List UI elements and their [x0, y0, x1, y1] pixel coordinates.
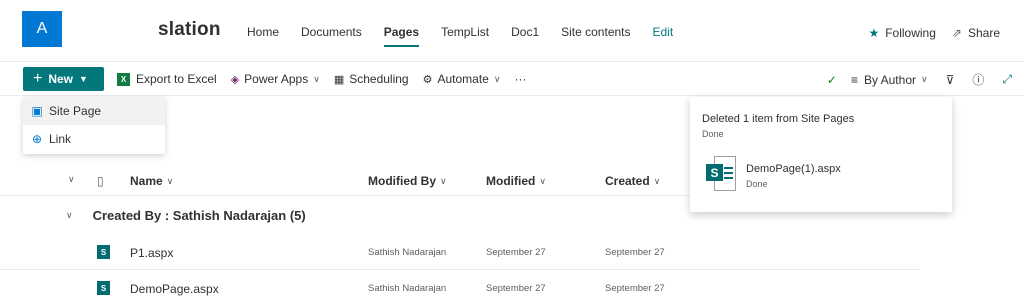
export-excel-button[interactable]: X Export to Excel [117, 72, 217, 86]
list-header: ∨ ▯ Name ∨ Modified By ∨ Modified ∨ Crea… [0, 166, 690, 196]
chevron-down-icon: ∨ [166, 175, 174, 186]
chevron-down-icon[interactable]: ∨ [66, 210, 73, 221]
nav-item-templist[interactable]: TempList [441, 25, 489, 47]
share-button[interactable]: ⇗ Share [952, 26, 1000, 40]
share-icon: ⇗ [951, 26, 962, 40]
nav-edit-link[interactable]: Edit [653, 25, 674, 47]
notification-panel: Deleted 1 item from Site Pages Done S De… [690, 97, 952, 212]
file-name[interactable]: P1.aspx [130, 246, 173, 260]
nav-item-site-contents[interactable]: Site contents [561, 25, 630, 47]
more-commands-button[interactable]: ··· [514, 72, 526, 86]
group-label: Created By : Sathish Nadarajan (5) [92, 208, 306, 223]
modified-date: September 27 [486, 247, 546, 258]
scheduling-button[interactable]: ▦ Scheduling [334, 72, 409, 86]
nav-item-documents[interactable]: Documents [301, 25, 362, 47]
sharepoint-badge: S [706, 164, 723, 181]
calendar-icon: ▦ [333, 73, 345, 86]
column-modified-by[interactable]: Modified By ∨ [368, 174, 447, 188]
column-modified[interactable]: Modified ∨ [486, 174, 546, 188]
notification-file-name[interactable]: DemoPage(1).aspx [746, 163, 841, 175]
filter-icon[interactable]: ⊽ [946, 73, 955, 87]
column-modified-label: Modified [486, 174, 536, 188]
table-row[interactable]: S DemoPage.aspx Sathish Nadarajan Septem… [0, 270, 920, 299]
notification-file-status: Done [746, 179, 768, 189]
site-logo[interactable]: A [22, 11, 62, 47]
new-label: New [48, 72, 74, 86]
expand-icon[interactable]: ⤢ [1002, 72, 1012, 87]
site-page-icon: ▣ [31, 104, 43, 118]
chevron-down-icon: ∨ [440, 175, 447, 186]
sort-by-button[interactable]: ≡ By Author ∨ [851, 73, 928, 87]
nav-item-home[interactable]: Home [247, 25, 279, 47]
command-items: X Export to Excel ◈ Power Apps ∨ ▦ Sched… [117, 72, 540, 86]
automate-label: Automate [437, 72, 489, 86]
modified-by: Sathish Nadarajan [368, 283, 447, 294]
created-date: September 27 [605, 283, 665, 294]
menu-item-site-page[interactable]: ▣ Site Page [23, 97, 165, 125]
chevron-down-icon: ▼ [79, 74, 88, 84]
select-all-chevron-icon[interactable]: ∨ [68, 174, 75, 185]
nav-item-doc1[interactable]: Doc1 [511, 25, 539, 47]
notification-title: Deleted 1 item from Site Pages [702, 113, 855, 125]
command-bar: + New ▼ X Export to Excel ◈ Power Apps ∨… [0, 62, 1024, 96]
file-name[interactable]: DemoPage.aspx [130, 282, 219, 296]
share-label: Share [967, 26, 1000, 40]
following-button[interactable]: ★ Following [868, 26, 935, 40]
column-name[interactable]: Name ∨ [130, 174, 173, 188]
excel-icon: X [117, 72, 130, 86]
power-apps-button[interactable]: ◈ Power Apps ∨ [231, 72, 320, 86]
scheduling-label: Scheduling [349, 72, 409, 86]
menu-item-label: Link [49, 132, 72, 146]
chevron-down-icon: ∨ [539, 175, 546, 186]
globe-icon: ⊕ [31, 132, 43, 146]
automate-button[interactable]: ⚙ Automate ∨ [423, 72, 501, 86]
menu-item-link[interactable]: ⊕ Link [23, 125, 165, 153]
sort-lines-icon: ≡ [850, 72, 858, 87]
group-header[interactable]: ∨ Created By : Sathish Nadarajan (5) [66, 208, 306, 223]
export-excel-label: Export to Excel [136, 72, 217, 86]
created-date: September 27 [605, 247, 665, 258]
sort-by-label: By Author [863, 72, 916, 87]
header-actions: ★ Following ⇗ Share [852, 26, 1000, 40]
column-created-label: Created [605, 174, 650, 188]
nav-item-pages[interactable]: Pages [383, 25, 420, 47]
sharepoint-page-icon: S [97, 245, 110, 259]
column-created[interactable]: Created ∨ [605, 174, 660, 188]
power-apps-label: Power Apps [244, 72, 309, 86]
plus-icon: + [33, 70, 43, 87]
chevron-down-icon: ∨ [920, 74, 928, 84]
chevron-down-icon: ∨ [493, 73, 501, 84]
modified-date: September 27 [486, 283, 546, 294]
column-modified-by-label: Modified By [368, 174, 436, 188]
check-icon: ✓ [826, 72, 837, 87]
modified-by: Sathish Nadarajan [368, 247, 447, 258]
top-navigation: Home Documents Pages TempList Doc1 Site … [236, 25, 684, 47]
chevron-down-icon: ∨ [653, 175, 661, 186]
star-icon: ★ [868, 26, 880, 40]
chevron-down-icon: ∨ [313, 73, 320, 84]
notification-status: Done [702, 129, 724, 139]
table-row[interactable]: S P1.aspx Sathish Nadarajan September 27… [0, 234, 920, 270]
sharepoint-page-icon: S [97, 281, 110, 295]
following-label: Following [885, 26, 936, 40]
power-apps-icon: ◈ [230, 73, 240, 86]
info-icon[interactable]: ⓘ [972, 71, 984, 88]
file-type-icon[interactable]: ▯ [97, 174, 104, 188]
site-header: A slation Home Documents Pages TempList … [0, 0, 1024, 62]
automate-icon: ⚙ [422, 73, 433, 86]
view-controls: ✓ ≡ By Author ∨ ⊽ ⓘ ⤢ [809, 71, 1012, 88]
site-title[interactable]: slation [158, 19, 221, 41]
menu-item-label: Site Page [49, 104, 102, 118]
new-button[interactable]: + New ▼ [23, 67, 104, 91]
new-dropdown-menu: ▣ Site Page ⊕ Link [23, 97, 165, 154]
sharepoint-file-icon: S [706, 156, 736, 191]
column-name-label: Name [130, 174, 163, 188]
